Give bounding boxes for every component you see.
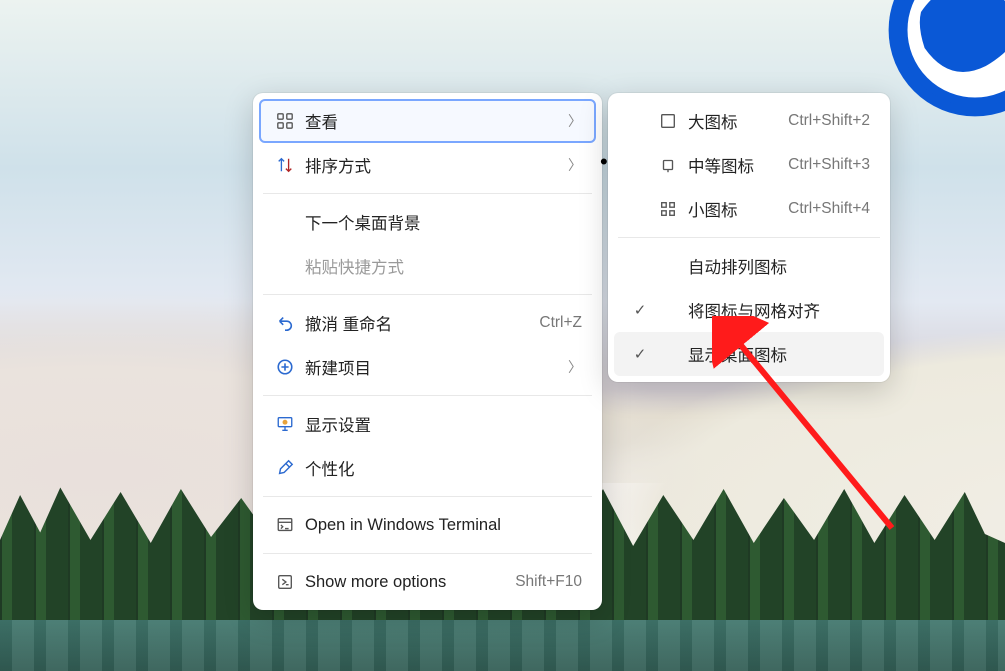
menu-separator [263,553,592,554]
grid-icon [271,112,299,130]
menu-separator [263,395,592,396]
menu-item-label: 小图标 [682,197,788,221]
menu-item-shortcut: Shift+F10 [515,573,582,591]
menu-item-shortcut: Ctrl+Shift+2 [788,112,870,130]
chevron-right-icon: 〉 [568,357,582,377]
plus-circle-icon [271,358,299,376]
more-options-icon [271,573,299,591]
current-selection-bullet: • [600,149,608,175]
menu-item-shortcut: Ctrl+Shift+4 [788,200,870,218]
menu-item-shortcut: Ctrl+Shift+3 [788,156,870,174]
menu-item-label: 大图标 [682,109,788,133]
brush-icon [271,459,299,477]
menu-item-sort[interactable]: 排序方式 〉 [259,143,596,187]
menu-item-label: 将图标与网格对齐 [682,298,870,322]
menu-item-label: Open in Windows Terminal [299,516,582,535]
menu-item-label: Show more options [299,573,515,592]
check-icon: ✓ [626,345,654,363]
mouse-cursor-icon [722,322,740,346]
submenu-item-show-desktop-icons[interactable]: ✓ 显示桌面图标 [614,332,884,376]
menu-item-label: 个性化 [299,456,582,480]
desktop-context-menu: 查看 〉 排序方式 〉 下一个桌面背景 粘贴快捷方式 撤消 重命名 Ctrl+Z [253,93,602,610]
menu-item-label: 排序方式 [299,153,560,177]
submenu-item-auto-arrange[interactable]: 自动排列图标 [614,244,884,288]
menu-item-shortcut: Ctrl+Z [539,314,582,332]
menu-item-label: 新建项目 [299,355,560,379]
menu-item-label: 中等图标 [682,153,788,177]
menu-item-label: 下一个桌面背景 [299,210,582,234]
browser-globe-icon[interactable] [885,0,1005,120]
submenu-item-align-to-grid[interactable]: ✓ 将图标与网格对齐 [614,288,884,332]
submenu-item-medium-icons[interactable]: • 中等图标 Ctrl+Shift+3 [614,143,884,187]
menu-separator [263,496,592,497]
menu-item-label: 粘贴快捷方式 [299,254,582,278]
medium-box-icon [654,156,682,174]
menu-item-label: 显示设置 [299,412,582,436]
menu-separator [263,193,592,194]
menu-item-next-bg[interactable]: 下一个桌面背景 [259,200,596,244]
display-settings-icon [271,415,299,433]
menu-item-show-more-options[interactable]: Show more options Shift+F10 [259,560,596,604]
large-box-icon [654,112,682,130]
menu-separator [618,237,880,238]
sort-icon [271,156,299,174]
menu-item-new[interactable]: 新建项目 〉 [259,345,596,389]
menu-item-label: 查看 [299,109,560,133]
menu-item-view[interactable]: 查看 〉 [259,99,596,143]
menu-item-label: 显示桌面图标 [682,342,870,366]
menu-item-label: 撤消 重命名 [299,311,539,335]
menu-separator [263,294,592,295]
small-grid-icon [654,200,682,218]
chevron-right-icon: 〉 [568,111,582,131]
submenu-item-large-icons[interactable]: 大图标 Ctrl+Shift+2 [614,99,884,143]
menu-item-undo-rename[interactable]: 撤消 重命名 Ctrl+Z [259,301,596,345]
menu-item-display-settings[interactable]: 显示设置 [259,402,596,446]
undo-icon [271,314,299,332]
submenu-item-small-icons[interactable]: 小图标 Ctrl+Shift+4 [614,187,884,231]
terminal-icon [271,516,299,534]
menu-item-personalize[interactable]: 个性化 [259,446,596,490]
chevron-right-icon: 〉 [568,155,582,175]
menu-item-paste-shortcut: 粘贴快捷方式 [259,244,596,288]
menu-item-open-terminal[interactable]: Open in Windows Terminal [259,503,596,547]
check-icon: ✓ [626,301,654,319]
view-submenu: 大图标 Ctrl+Shift+2 • 中等图标 Ctrl+Shift+3 小图标… [608,93,890,382]
menu-item-label: 自动排列图标 [682,254,870,278]
